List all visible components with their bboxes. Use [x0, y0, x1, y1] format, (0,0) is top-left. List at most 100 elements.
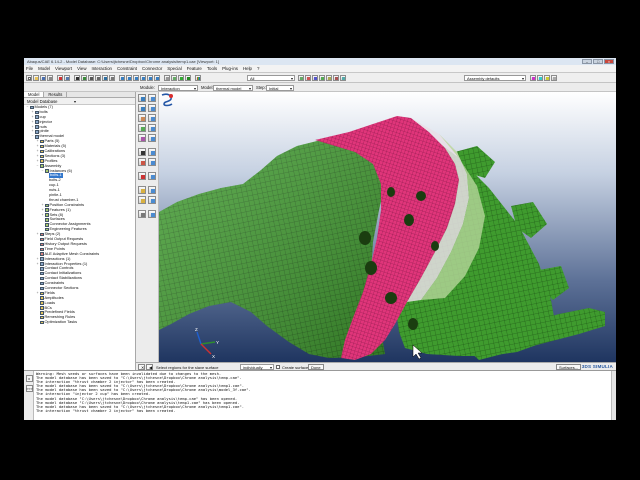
- maximize-button[interactable]: □: [593, 59, 603, 64]
- remove-selected-icon[interactable]: [312, 75, 318, 81]
- mesh-model-view: Y Z X: [159, 116, 605, 360]
- property-manager-icon[interactable]: [148, 104, 156, 112]
- contact-controls-icon[interactable]: [148, 114, 156, 122]
- top-view-icon[interactable]: [140, 75, 146, 81]
- assembly-display-combo[interactable]: Assembly defaults: [464, 75, 526, 81]
- create-wire-icon[interactable]: [138, 148, 146, 156]
- new-file-icon[interactable]: [26, 75, 32, 81]
- lighting-icon[interactable]: [544, 75, 550, 81]
- create-surface-icon[interactable]: [138, 196, 146, 204]
- datum-manager-icon[interactable]: [148, 172, 156, 180]
- create-interaction-icon[interactable]: [138, 94, 146, 102]
- menu-plugins[interactable]: Plug-ins: [222, 66, 238, 71]
- color-icon[interactable]: [530, 75, 536, 81]
- front-view-icon[interactable]: [126, 75, 132, 81]
- viewport[interactable]: Y Z X: [159, 92, 616, 362]
- amplitude-icon[interactable]: [148, 210, 156, 218]
- expand-toggle-icon[interactable]: −: [41, 169, 44, 174]
- datum-csys-icon[interactable]: [138, 172, 146, 180]
- cycle-views-icon[interactable]: [109, 75, 115, 81]
- wire-manager-icon[interactable]: [148, 148, 156, 156]
- connector-section-icon[interactable]: [138, 158, 146, 166]
- tab-results[interactable]: Results: [44, 92, 68, 97]
- constraint-manager-icon[interactable]: [148, 124, 156, 132]
- replay-icon[interactable]: [57, 75, 63, 81]
- python-shell-icon[interactable]: >>>: [25, 385, 33, 392]
- expand-toggle-icon[interactable]: +: [36, 291, 39, 296]
- query-icon[interactable]: [64, 75, 70, 81]
- message-scrollbar[interactable]: [611, 371, 616, 420]
- tree-node[interactable]: Optimization Tasks: [24, 320, 135, 325]
- wireframe-icon[interactable]: [164, 75, 170, 81]
- save-icon[interactable]: [40, 75, 46, 81]
- hidden-line-icon[interactable]: [171, 75, 177, 81]
- step-select[interactable]: Initial: [266, 84, 294, 91]
- expand-toggle-icon[interactable]: +: [36, 232, 39, 237]
- create-constraint-icon[interactable]: [138, 124, 146, 132]
- fit-view-icon[interactable]: [102, 75, 108, 81]
- expand-toggle-icon[interactable]: −: [36, 164, 39, 169]
- menu-tools[interactable]: Tools: [207, 66, 217, 71]
- shaded-icon[interactable]: [178, 75, 184, 81]
- step-label: Step:: [256, 85, 266, 90]
- menu-connector[interactable]: Connector: [142, 66, 162, 71]
- create-property-icon[interactable]: [138, 104, 146, 112]
- expand-toggle-icon[interactable]: −: [31, 134, 34, 139]
- tree-node-icon: [40, 262, 44, 266]
- context-bar: Module: Interaction Model: thermal model…: [24, 83, 616, 92]
- layers-icon[interactable]: [326, 75, 332, 81]
- expand-toggle-icon[interactable]: −: [26, 105, 29, 110]
- color-code-icon[interactable]: [195, 75, 201, 81]
- left-view-icon[interactable]: [147, 75, 153, 81]
- tree-node-icon: [40, 257, 44, 261]
- menu-whats-this[interactable]: ?: [257, 66, 259, 71]
- iso-view-icon[interactable]: [119, 75, 125, 81]
- tree-node-icon: [40, 281, 44, 286]
- menu-help[interactable]: Help: [243, 66, 252, 71]
- pan-icon[interactable]: [74, 75, 80, 81]
- mesh-display-icon[interactable]: [185, 75, 191, 81]
- menu-special[interactable]: Special: [167, 66, 181, 71]
- connector-manager-icon[interactable]: [148, 158, 156, 166]
- print-icon[interactable]: [47, 75, 53, 81]
- replace-selected-icon[interactable]: [305, 75, 311, 81]
- create-surface-checkbox[interactable]: [276, 365, 280, 369]
- menu-viewport[interactable]: Viewport: [55, 66, 72, 71]
- back-view-icon[interactable]: [133, 75, 139, 81]
- menu-view[interactable]: View: [77, 66, 86, 71]
- query-tool-icon[interactable]: [138, 210, 146, 218]
- right-view-icon[interactable]: [154, 75, 160, 81]
- interaction-manager-icon[interactable]: [148, 94, 156, 102]
- expand-toggle-icon[interactable]: +: [36, 262, 39, 267]
- display-group-combo[interactable]: All: [247, 75, 295, 81]
- message-area-icon[interactable]: ≡: [25, 375, 33, 382]
- coupling-icon[interactable]: [138, 134, 146, 142]
- menu-interaction[interactable]: Interaction: [92, 66, 113, 71]
- zoom-icon[interactable]: [88, 75, 94, 81]
- minimize-button[interactable]: –: [582, 59, 592, 64]
- find-contact-icon[interactable]: [138, 114, 146, 122]
- open-file-icon[interactable]: [33, 75, 39, 81]
- model-database-header[interactable]: Model Database: [24, 98, 135, 105]
- menu-file[interactable]: File: [26, 66, 33, 71]
- tie-icon[interactable]: [148, 134, 156, 142]
- section-icon[interactable]: [340, 75, 346, 81]
- create-set-icon[interactable]: [138, 186, 146, 194]
- menu-constraint[interactable]: Constraint: [117, 66, 137, 71]
- menu-feature[interactable]: Feature: [187, 66, 202, 71]
- menu-model[interactable]: Model: [38, 66, 50, 71]
- close-button[interactable]: ×: [604, 59, 614, 64]
- rotate-icon[interactable]: [81, 75, 87, 81]
- box-zoom-icon[interactable]: [95, 75, 101, 81]
- show-all-icon[interactable]: [319, 75, 325, 81]
- render-icon[interactable]: [537, 75, 543, 81]
- transparency-icon[interactable]: [551, 75, 557, 81]
- view-cut-icon[interactable]: [333, 75, 339, 81]
- model-select[interactable]: thermal model: [213, 84, 253, 91]
- set-manager-icon[interactable]: [148, 186, 156, 194]
- tab-model[interactable]: Model: [24, 92, 45, 97]
- expand-toggle-icon[interactable]: +: [41, 213, 44, 218]
- surface-manager-icon[interactable]: [148, 196, 156, 204]
- display-group-icon[interactable]: [298, 75, 304, 81]
- module-select[interactable]: Interaction: [158, 84, 198, 91]
